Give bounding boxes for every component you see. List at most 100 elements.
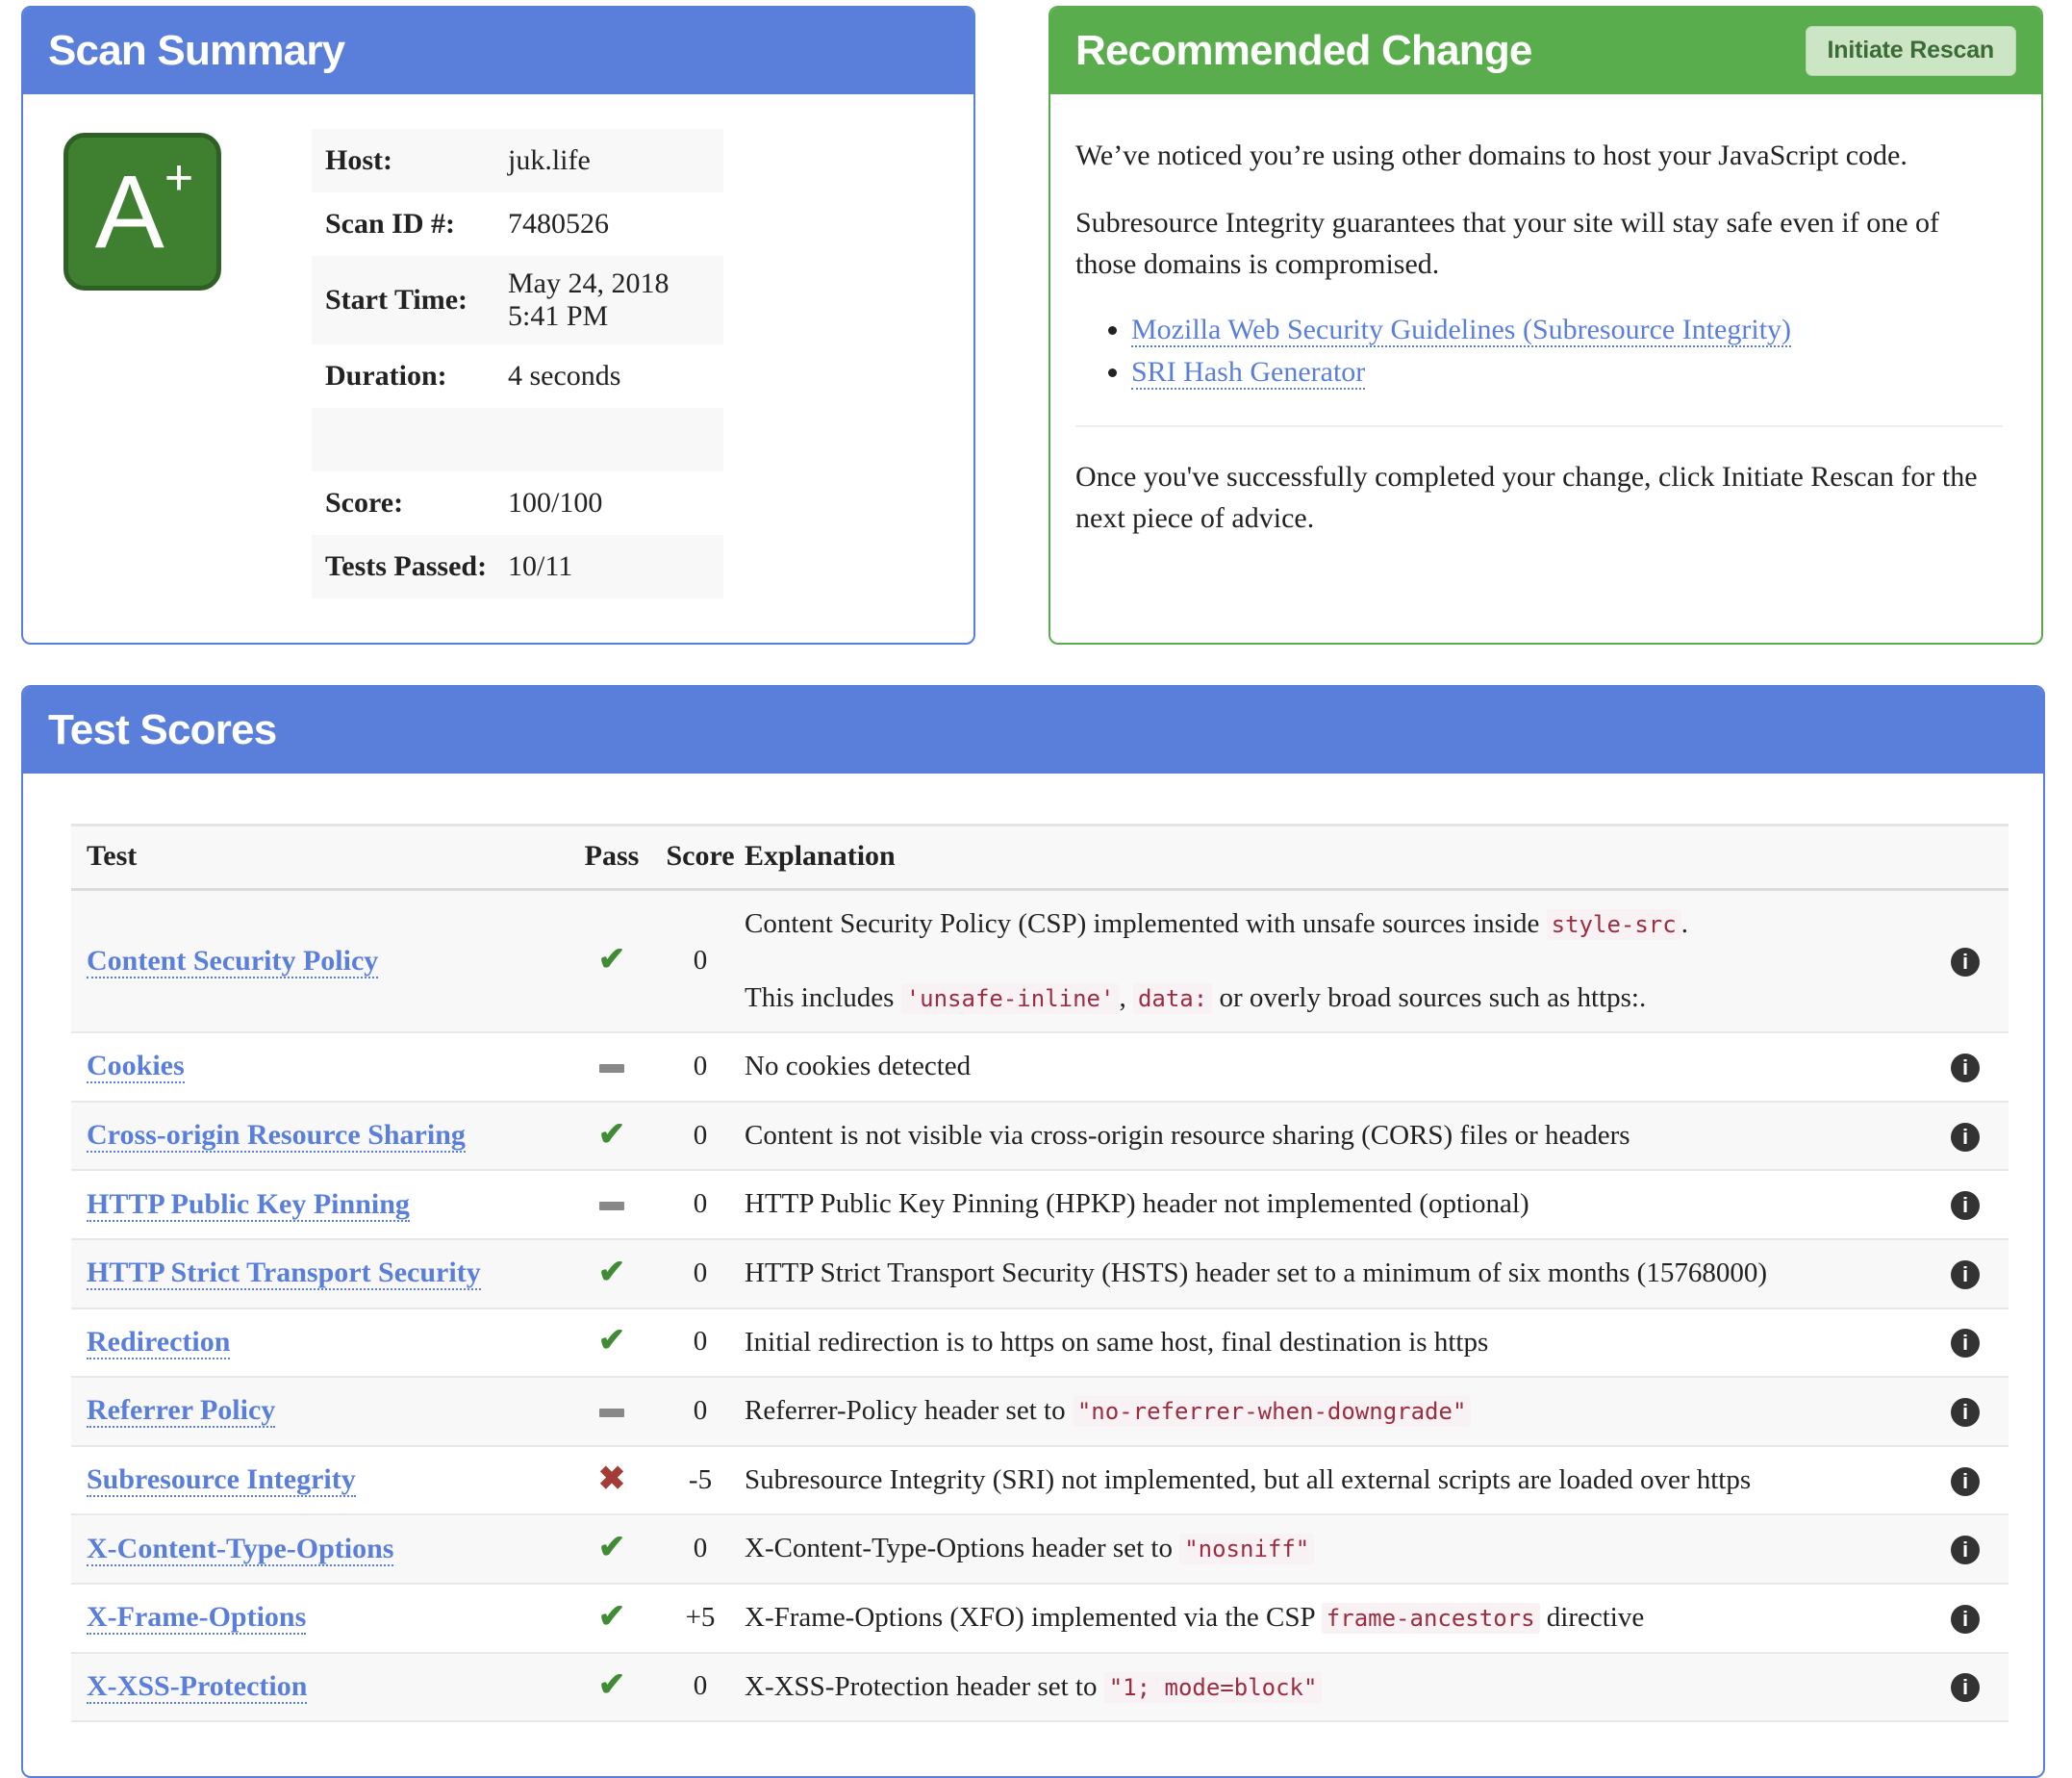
- recommendation-paragraph-1: We’ve noticed you’re using other domains…: [1075, 135, 2003, 177]
- summary-row-label: [312, 408, 494, 471]
- recommendation-link-item: SRI Hash Generator: [1131, 353, 2003, 393]
- summary-row-value: 7480526: [494, 192, 723, 256]
- info-icon[interactable]: i: [1951, 1467, 1980, 1496]
- table-row: Redirection ✔ 0Initial redirection is to h…: [71, 1308, 2009, 1378]
- test-name-link[interactable]: X-XSS-Protection: [87, 1670, 307, 1704]
- info-icon[interactable]: i: [1951, 1398, 1980, 1427]
- test-name-cell: X-Frame-Options: [71, 1584, 568, 1653]
- recommendation-link[interactable]: Mozilla Web Security Guidelines (Subreso…: [1131, 314, 1791, 347]
- neutral-dash-icon: [599, 1064, 624, 1073]
- grade-modifier: +: [164, 150, 191, 206]
- explanation-line: Subresource Integrity (SRI) not implemen…: [745, 1460, 1922, 1500]
- explanation-line: Referrer-Policy header set to "no-referr…: [745, 1391, 1922, 1431]
- pass-status-cell: ✖: [568, 1446, 656, 1515]
- explanation-cell: Content is not visible via cross-origin …: [745, 1102, 1922, 1171]
- summary-row: Start Time:May 24, 2018 5:41 PM: [312, 256, 723, 344]
- table-row: Cross-origin Resource Sharing✔0Content i…: [71, 1102, 2009, 1171]
- table-row: HTTP Strict Transport Security✔0HTTP Str…: [71, 1239, 2009, 1308]
- summary-row-label: Scan ID #:: [312, 192, 494, 256]
- inline-code: "nosniff": [1179, 1534, 1314, 1564]
- info-cell: i: [1922, 1377, 2009, 1446]
- top-panels-row: Scan Summary A+ Host:juk.lifeScan ID #:7…: [0, 0, 2072, 645]
- test-name-link[interactable]: Referrer Policy: [87, 1394, 275, 1428]
- summary-row-value: 10/11: [494, 535, 723, 598]
- explanation-cell: Content Security Policy (CSP) implemente…: [745, 890, 1922, 1033]
- test-name-cell: HTTP Strict Transport Security: [71, 1239, 568, 1308]
- test-name-cell: X-Content-Type-Options: [71, 1514, 568, 1584]
- info-icon[interactable]: i: [1951, 1673, 1980, 1702]
- info-icon[interactable]: i: [1951, 1536, 1980, 1564]
- test-name-link[interactable]: HTTP Strict Transport Security: [87, 1257, 481, 1290]
- score-cell: +5: [656, 1584, 745, 1653]
- score-cell: 0: [656, 1032, 745, 1102]
- pass-check-icon: ✔: [598, 1667, 626, 1703]
- explanation-cell: Referrer-Policy header set to "no-referr…: [745, 1377, 1922, 1446]
- scan-summary-body: A+ Host:juk.lifeScan ID #:7480526Start T…: [23, 94, 973, 598]
- score-cell: 0: [656, 1653, 745, 1722]
- inline-code: "no-referrer-when-downgrade": [1073, 1396, 1472, 1427]
- fail-cross-icon: ✖: [598, 1461, 626, 1497]
- pass-status-cell: [568, 1377, 656, 1446]
- test-name-link[interactable]: Cookies: [87, 1050, 185, 1083]
- info-cell: i: [1922, 1653, 2009, 1722]
- info-icon[interactable]: i: [1951, 1605, 1980, 1634]
- scan-summary-panel: Scan Summary A+ Host:juk.lifeScan ID #:7…: [21, 6, 975, 645]
- score-cell: -5: [656, 1446, 745, 1515]
- score-cell: 0: [656, 1514, 745, 1584]
- info-icon[interactable]: i: [1951, 1329, 1980, 1358]
- score-cell: 0: [656, 1239, 745, 1308]
- pass-check-icon: ✔: [598, 1117, 626, 1153]
- info-cell: i: [1922, 1446, 2009, 1515]
- recommendation-divider: [1075, 425, 2003, 427]
- grade-badge: A+: [63, 133, 221, 291]
- test-name-link[interactable]: HTTP Public Key Pinning: [87, 1188, 410, 1222]
- pass-status-cell: ✔: [568, 1653, 656, 1722]
- column-header-explanation: Explanation: [745, 826, 1922, 890]
- explanation-line: Initial redirection is to https on same …: [745, 1323, 1922, 1362]
- info-cell: i: [1922, 1170, 2009, 1239]
- test-name-link[interactable]: Cross-origin Resource Sharing: [87, 1119, 466, 1153]
- explanation-line: This includes 'unsafe-inline', data: or …: [745, 978, 1922, 1018]
- summary-row: Score:100/100: [312, 471, 723, 535]
- score-cell: 0: [656, 1308, 745, 1378]
- summary-row: Tests Passed:10/11: [312, 535, 723, 598]
- info-icon[interactable]: i: [1951, 1191, 1980, 1220]
- info-icon[interactable]: i: [1951, 948, 1980, 977]
- info-icon[interactable]: i: [1951, 1054, 1980, 1082]
- recommendation-link[interactable]: SRI Hash Generator: [1131, 356, 1365, 390]
- pass-status-cell: ✔: [568, 890, 656, 1033]
- pass-check-icon: ✔: [598, 1323, 626, 1359]
- explanation-line: Content is not visible via cross-origin …: [745, 1116, 1922, 1156]
- info-cell: i: [1922, 1032, 2009, 1102]
- explanation-line: X-Frame-Options (XFO) implemented via th…: [745, 1598, 1922, 1638]
- test-name-link[interactable]: Subresource Integrity: [87, 1463, 356, 1497]
- summary-row-value: juk.life: [494, 129, 723, 192]
- scan-summary-title: Scan Summary: [48, 30, 344, 72]
- test-name-link[interactable]: Content Security Policy: [87, 945, 378, 978]
- summary-row-value: May 24, 2018 5:41 PM: [494, 256, 723, 344]
- table-header-row: Test Pass Score Explanation: [71, 826, 2009, 890]
- inline-code: 'unsafe-inline': [901, 983, 1120, 1014]
- explanation-line: X-XSS-Protection header set to "1; mode=…: [745, 1667, 1922, 1707]
- initiate-rescan-button[interactable]: Initiate Rescan: [1806, 26, 2016, 76]
- info-icon[interactable]: i: [1951, 1123, 1980, 1152]
- summary-row-value: 4 seconds: [494, 344, 723, 408]
- test-name-link[interactable]: X-Frame-Options: [87, 1601, 306, 1635]
- summary-row-value: 100/100: [494, 471, 723, 535]
- pass-status-cell: [568, 1170, 656, 1239]
- test-name-link[interactable]: Redirection: [87, 1326, 230, 1359]
- explanation-cell: No cookies detected: [745, 1032, 1922, 1102]
- summary-row-label: Host:: [312, 129, 494, 192]
- info-icon[interactable]: i: [1951, 1260, 1980, 1289]
- explanation-cell: X-Frame-Options (XFO) implemented via th…: [745, 1584, 1922, 1653]
- observatory-scan-results-page: Scan Summary A+ Host:juk.lifeScan ID #:7…: [0, 0, 2072, 1649]
- pass-status-cell: ✔: [568, 1584, 656, 1653]
- test-name-link[interactable]: X-Content-Type-Options: [87, 1533, 393, 1566]
- column-header-info: [1922, 826, 2009, 890]
- test-scores-table-head: Test Pass Score Explanation: [71, 826, 2009, 890]
- table-row: X-Frame-Options ✔+5X-Frame-Options (XFO) …: [71, 1584, 2009, 1653]
- recommendation-footer: Once you've successfully completed your …: [1075, 456, 2003, 540]
- summary-row: Duration:4 seconds: [312, 344, 723, 408]
- info-cell: i: [1922, 1584, 2009, 1653]
- table-row: Content Security Policy✔0Content Securit…: [71, 890, 2009, 1033]
